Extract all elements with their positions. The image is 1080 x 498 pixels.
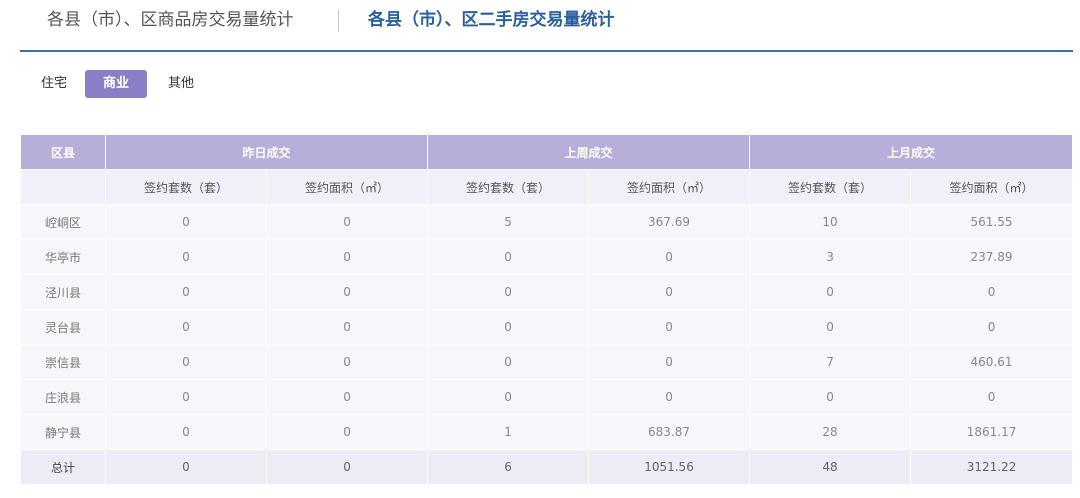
- col-header-yesterday: 昨日成交: [104, 134, 429, 170]
- cell-month-area: 237.89: [910, 239, 1074, 275]
- cell-month-area: 0: [910, 379, 1074, 415]
- cell-week-count: 0: [427, 274, 590, 310]
- total-yesterday-count: 0: [105, 449, 267, 485]
- col-header-last-month: 上月成交: [749, 134, 1074, 170]
- cell-yesterday-area: 0: [265, 379, 429, 415]
- cell-county-name: 华亭市: [20, 239, 106, 275]
- cell-yesterday-area: 0: [265, 239, 429, 275]
- tab-second-hand-housing-stats[interactable]: 各县（市）、区二手房交易量统计: [368, 8, 615, 32]
- cell-county-name: 静宁县: [20, 414, 106, 450]
- cell-county-name: 庄浪县: [20, 379, 106, 415]
- cell-week-area: 0: [588, 239, 751, 275]
- tab-divider: [338, 10, 339, 32]
- sub-header-week-area: 签约面积（㎡）: [588, 169, 751, 205]
- subtab-commercial[interactable]: 商业: [85, 70, 147, 98]
- table-row: 华亭市 0 0 0 0 3 237.89: [20, 239, 1074, 275]
- cell-week-count: 0: [427, 239, 590, 275]
- total-row: 总计 0 0 6 1051.56 48 3121.22: [20, 449, 1074, 485]
- cell-week-area: 0: [588, 309, 751, 345]
- sub-header-month-area: 签约面积（㎡）: [910, 169, 1074, 205]
- total-month-count: 48: [749, 449, 912, 485]
- cell-month-count: 10: [749, 204, 912, 240]
- cell-month-area: 1861.17: [910, 414, 1074, 450]
- cell-month-area: 0: [910, 274, 1074, 310]
- table-row: 崇信县 0 0 0 0 7 460.61: [20, 344, 1074, 380]
- cell-county-name: 灵台县: [20, 309, 106, 345]
- group-header-row: 区县 昨日成交 上周成交 上月成交: [20, 134, 1074, 170]
- total-county-name: 总计: [20, 449, 106, 485]
- cell-week-area: 683.87: [588, 414, 751, 450]
- cell-month-count: 7: [749, 344, 912, 380]
- table-row: 崆峒区 0 0 5 367.69 10 561.55: [20, 204, 1074, 240]
- sub-header-week-count: 签约套数（套）: [427, 169, 590, 205]
- cell-month-area: 561.55: [910, 204, 1074, 240]
- cell-yesterday-count: 0: [105, 239, 267, 275]
- cell-month-count: 0: [749, 379, 912, 415]
- cell-yesterday-count: 0: [105, 204, 267, 240]
- cell-week-area: 0: [588, 379, 751, 415]
- cell-yesterday-count: 0: [105, 274, 267, 310]
- cell-yesterday-count: 0: [105, 309, 267, 345]
- sub-header-row: 签约套数（套） 签约面积（㎡） 签约套数（套） 签约面积（㎡） 签约套数（套） …: [20, 169, 1074, 205]
- total-month-area: 3121.22: [910, 449, 1074, 485]
- total-week-area: 1051.56: [588, 449, 751, 485]
- total-week-count: 6: [427, 449, 590, 485]
- cell-yesterday-count: 0: [105, 344, 267, 380]
- sub-header-yesterday-area: 签约面积（㎡）: [265, 169, 429, 205]
- sub-header-yesterday-count: 签约套数（套）: [105, 169, 267, 205]
- sub-header-empty: [20, 169, 106, 205]
- cell-yesterday-count: 0: [105, 414, 267, 450]
- col-header-county: 区县: [20, 134, 106, 170]
- cell-week-count: 0: [427, 309, 590, 345]
- cell-month-count: 28: [749, 414, 912, 450]
- cell-week-area: 0: [588, 274, 751, 310]
- cell-month-count: 0: [749, 309, 912, 345]
- cell-yesterday-area: 0: [265, 274, 429, 310]
- subtab-other[interactable]: 其他: [165, 70, 197, 98]
- cell-week-area: 367.69: [588, 204, 751, 240]
- cell-county-name: 崆峒区: [20, 204, 106, 240]
- cell-yesterday-area: 0: [265, 414, 429, 450]
- header-tabs: 各县（市）、区商品房交易量统计 各县（市）、区二手房交易量统计: [20, 0, 1073, 52]
- transaction-table: 区县 昨日成交 上周成交 上月成交 签约套数（套） 签约面积（㎡） 签约套数（套…: [20, 134, 1074, 485]
- subtab-residential[interactable]: 住宅: [38, 70, 70, 98]
- cell-county-name: 泾川县: [20, 274, 106, 310]
- cell-month-count: 3: [749, 239, 912, 275]
- cell-week-count: 1: [427, 414, 590, 450]
- cell-month-area: 460.61: [910, 344, 1074, 380]
- cell-yesterday-area: 0: [265, 309, 429, 345]
- total-yesterday-area: 0: [265, 449, 429, 485]
- cell-week-area: 0: [588, 344, 751, 380]
- table-row: 泾川县 0 0 0 0 0 0: [20, 274, 1074, 310]
- cell-yesterday-count: 0: [105, 379, 267, 415]
- cell-month-count: 0: [749, 274, 912, 310]
- cell-week-count: 0: [427, 344, 590, 380]
- sub-header-month-count: 签约套数（套）: [749, 169, 912, 205]
- cell-yesterday-area: 0: [265, 344, 429, 380]
- cell-month-area: 0: [910, 309, 1074, 345]
- col-header-last-week: 上周成交: [427, 134, 751, 170]
- table-row: 静宁县 0 0 1 683.87 28 1861.17: [20, 414, 1074, 450]
- table-row: 庄浪县 0 0 0 0 0 0: [20, 379, 1074, 415]
- cell-yesterday-area: 0: [265, 204, 429, 240]
- table-row: 灵台县 0 0 0 0 0 0: [20, 309, 1074, 345]
- tab-commercial-housing-stats[interactable]: 各县（市）、区商品房交易量统计: [47, 8, 294, 32]
- cell-week-count: 5: [427, 204, 590, 240]
- cell-week-count: 0: [427, 379, 590, 415]
- cell-county-name: 崇信县: [20, 344, 106, 380]
